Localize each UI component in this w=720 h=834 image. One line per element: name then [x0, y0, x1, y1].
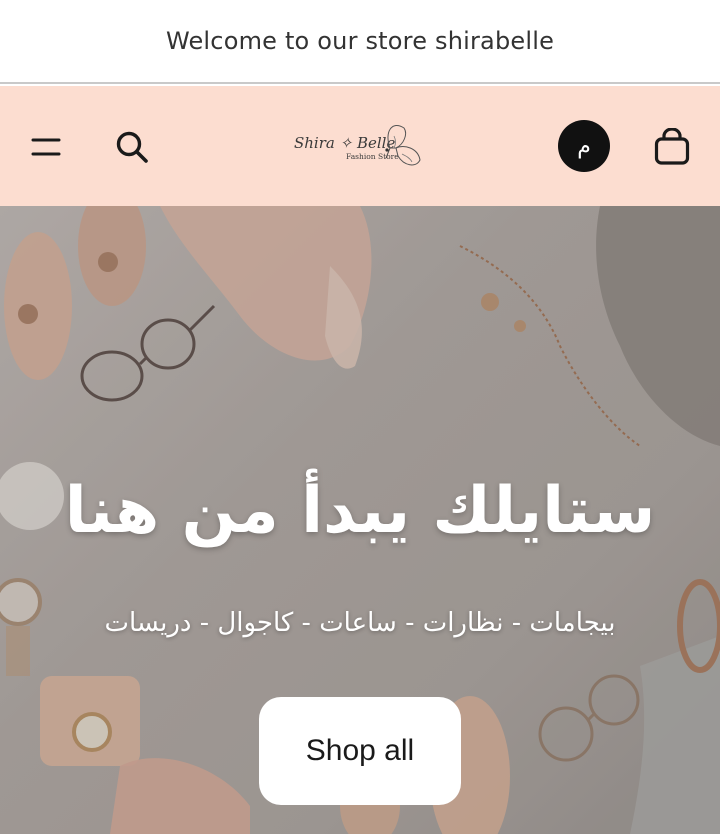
language-switch-button[interactable]: م — [558, 120, 610, 172]
shop-all-button[interactable]: Shop all — [259, 697, 461, 805]
shopping-bag-icon — [654, 128, 690, 165]
butterfly-icon — [385, 125, 421, 166]
hero-banner: ستايلك يبدأ من هنا بيجامات - نظارات - سا… — [0, 206, 720, 834]
announcement-text: Welcome to our store shirabelle — [165, 27, 555, 55]
language-label: م — [577, 133, 591, 159]
cart-button[interactable] — [648, 122, 696, 172]
menu-button[interactable] — [24, 125, 68, 169]
search-icon — [116, 131, 148, 163]
logo-name: Shira ✧ Belle — [294, 134, 396, 152]
announcement-bar: Welcome to our store shirabelle — [0, 0, 720, 84]
hero-subtitle: بيجامات - نظارات - ساعات - كاجوال - دريس… — [104, 608, 616, 638]
hero-title: ستايلك يبدأ من هنا — [64, 474, 656, 548]
hamburger-menu-icon — [31, 138, 61, 156]
search-button[interactable] — [108, 123, 156, 171]
site-header: Shira ✧ Belle Fashion Store م — [0, 86, 720, 206]
store-logo[interactable]: Shira ✧ Belle Fashion Store — [290, 116, 430, 178]
